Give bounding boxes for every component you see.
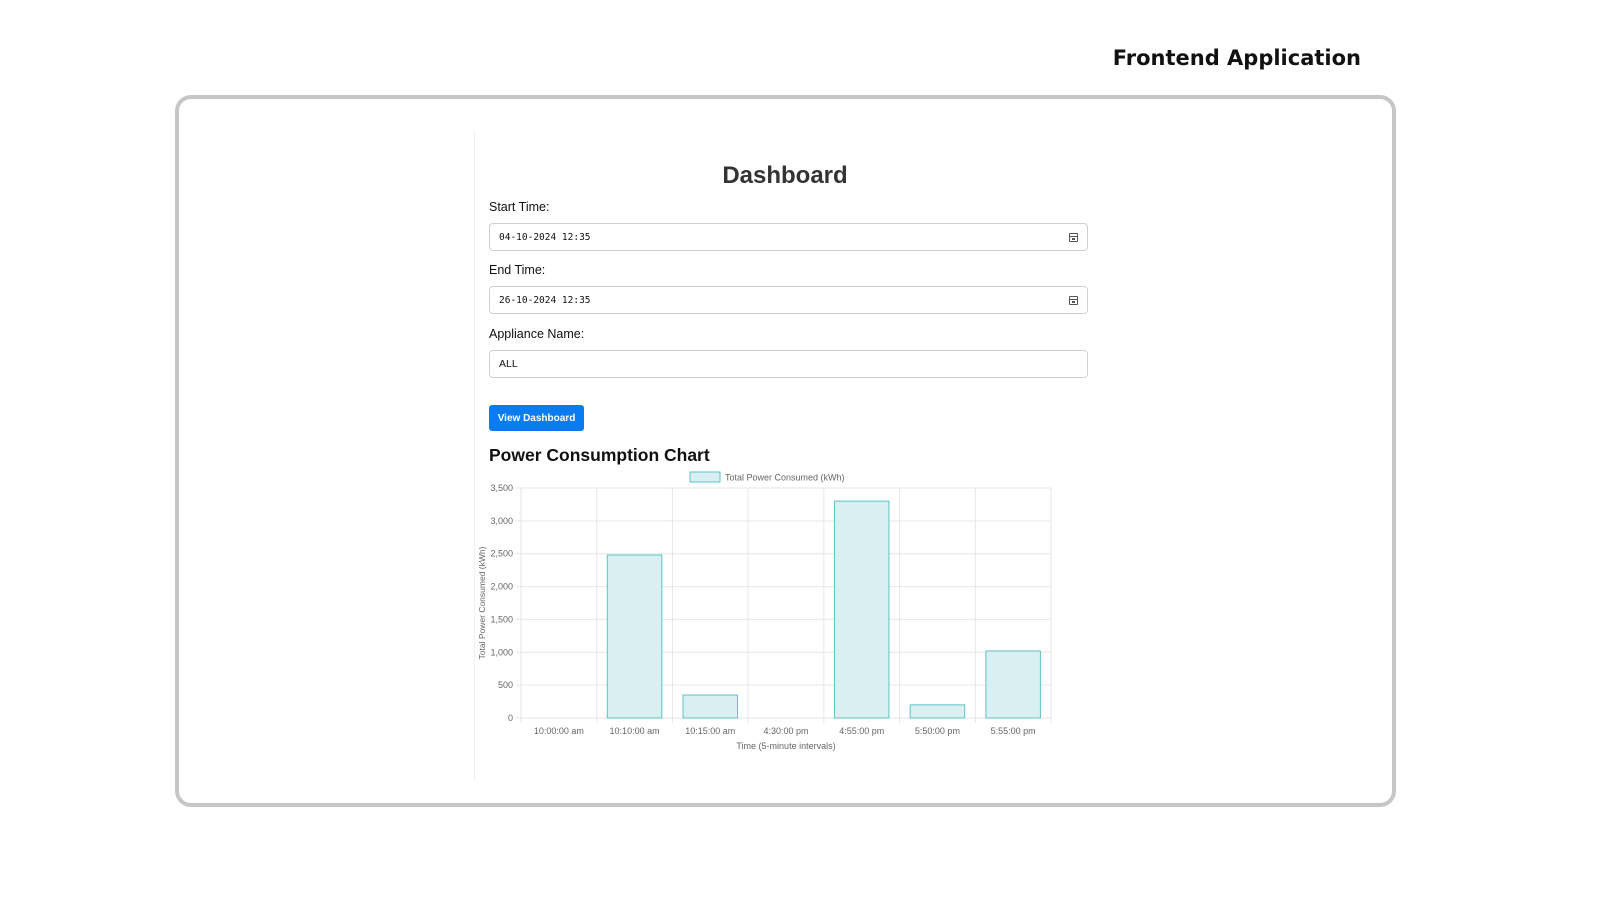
chart-heading: Power Consumption Chart bbox=[489, 445, 710, 465]
bar bbox=[909, 704, 966, 719]
x-tick-label: 10:00:00 am bbox=[534, 726, 584, 736]
appliance-name-value: ALL bbox=[499, 358, 518, 370]
bar bbox=[985, 650, 1041, 719]
x-tick-label: 5:55:00 pm bbox=[991, 726, 1036, 736]
bar bbox=[833, 500, 890, 719]
start-time-value: 04-10-2024 12:35 bbox=[499, 232, 591, 243]
page-title: Dashboard bbox=[722, 162, 848, 189]
end-time-input[interactable]: 26-10-2024 12:35 bbox=[489, 286, 1088, 314]
bar bbox=[606, 554, 663, 719]
legend-label: Total Power Consumed (kWh) bbox=[725, 473, 845, 483]
end-time-value: 26-10-2024 12:35 bbox=[499, 295, 591, 306]
end-time-label: End Time: bbox=[489, 263, 546, 277]
calendar-icon[interactable] bbox=[1069, 233, 1078, 242]
x-tick-label: 10:10:00 am bbox=[610, 726, 660, 736]
appliance-name-input[interactable]: ALL bbox=[489, 350, 1088, 378]
y-axis-title: Total Power Consumed (kWh) bbox=[477, 546, 487, 659]
y-tick-label: 2,000 bbox=[490, 582, 513, 592]
legend-swatch bbox=[689, 471, 721, 483]
y-tick-label: 500 bbox=[498, 680, 513, 690]
x-tick-label: 5:50:00 pm bbox=[915, 726, 960, 736]
app-title: Frontend Application bbox=[1112, 46, 1361, 70]
x-tick-label: 4:30:00 pm bbox=[763, 726, 808, 736]
y-tick-label: 2,500 bbox=[490, 549, 513, 559]
view-dashboard-button[interactable]: View Dashboard bbox=[489, 405, 584, 431]
y-tick-label: 3,500 bbox=[490, 483, 513, 493]
y-tick-label: 0 bbox=[508, 713, 513, 723]
chart-container: 0 500 1,000 1,500 2,000 2,500 3,000 3,500 10:00:… bbox=[475, 470, 1085, 765]
appliance-name-label: Appliance Name: bbox=[489, 327, 585, 341]
y-tick-label: 1,000 bbox=[490, 647, 513, 657]
power-consumption-chart: 0 500 1,000 1,500 2,000 2,500 3,000 3,500 10:00:… bbox=[477, 471, 1052, 751]
calendar-icon[interactable] bbox=[1069, 296, 1078, 305]
start-time-input[interactable]: 04-10-2024 12:35 bbox=[489, 223, 1088, 251]
start-time-label: Start Time: bbox=[489, 200, 550, 214]
bar bbox=[682, 694, 739, 719]
y-tick-label: 3,000 bbox=[490, 516, 513, 526]
y-tick-label: 1,500 bbox=[490, 614, 513, 624]
x-tick-label: 10:15:00 am bbox=[685, 726, 735, 736]
x-tick-label: 4:55:00 pm bbox=[839, 726, 884, 736]
dashboard-panel: Dashboard Start Time: 04-10-2024 12:35 E… bbox=[474, 130, 1095, 780]
x-axis-title: Time (5-minute intervals) bbox=[736, 741, 835, 751]
